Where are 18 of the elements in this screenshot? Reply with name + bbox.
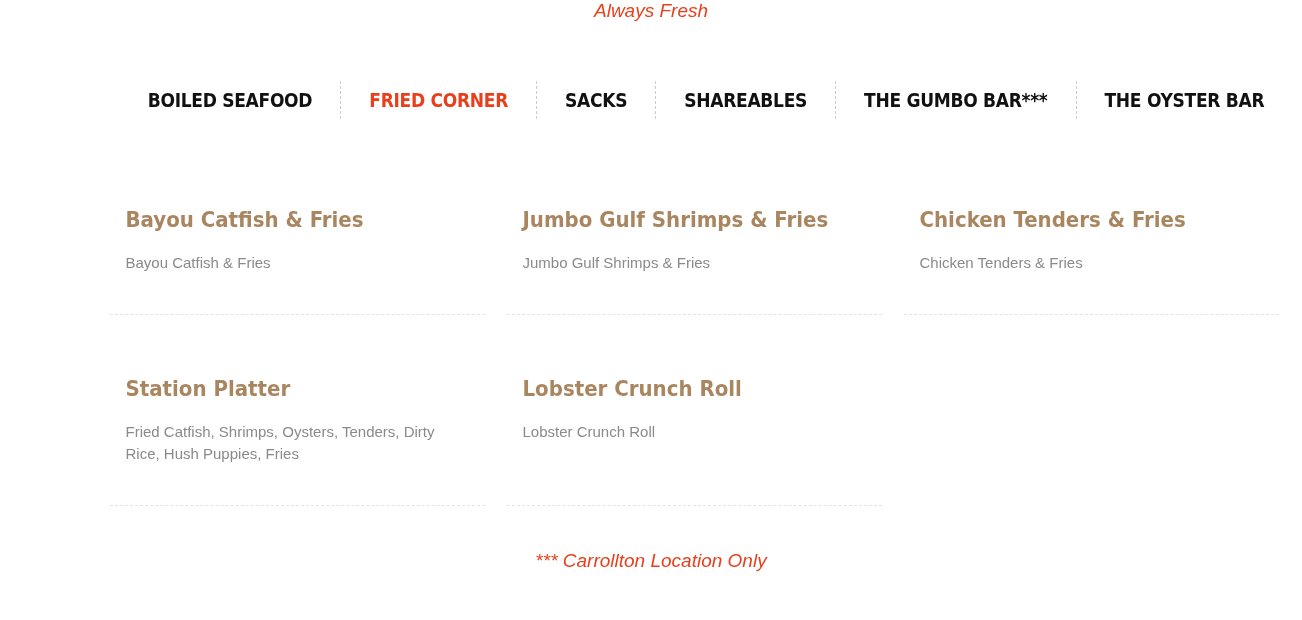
item-description: Chicken Tenders & Fries [919,253,1084,273]
item-description: Jumbo Gulf Shrimps & Fries [522,253,712,273]
menu-tab[interactable]: THE GUMBO BAR*** [835,81,1076,119]
menu-tab[interactable]: THE OYSTER BAR [1075,81,1293,119]
item-name: Jumbo Gulf Shrimps & Fries [522,207,830,232]
tagline: Always Fresh [594,0,708,22]
footnote: *** Carrollton Location Only [535,550,767,572]
menu-tab[interactable]: SACKS [536,81,656,119]
menu-tab[interactable]: FRIED CORNER [340,81,537,119]
item-description: Fried Catfish, Shrimps, Oysters, Tenders, Dirty Rice, Hush Puppies, Fries [125,422,436,464]
menu-tab[interactable]: SHAREABLES [655,81,836,119]
item-description: Lobster Crunch Roll [522,422,657,442]
item-name: Station Platter [125,376,292,401]
item-name: Lobster Crunch Roll [522,376,743,401]
item-name: Chicken Tenders & Fries [919,207,1187,232]
item-name: Bayou Catfish & Fries [125,207,365,232]
item-description: Bayou Catfish & Fries [125,253,272,273]
menu-tab[interactable]: BOILED SEAFOOD [119,81,341,119]
